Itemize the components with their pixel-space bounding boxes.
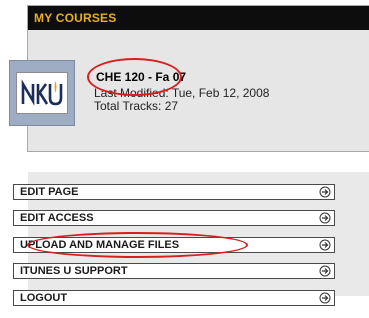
upload-and-manage-files-label: UPLOAD AND MANAGE FILES <box>20 239 180 251</box>
edit-access-button[interactable]: EDIT ACCESS <box>13 210 335 226</box>
course-last-modified: Last Modified: Tue, Feb 12, 2008 <box>94 86 270 100</box>
circle-arrow-right-icon <box>319 239 331 251</box>
course-total-tracks: Total Tracks: 27 <box>94 99 179 113</box>
my-courses-panel: MY COURSES <box>27 5 369 152</box>
my-courses-title: MY COURSES <box>34 11 117 25</box>
itunes-u-support-label: ITUNES U SUPPORT <box>20 265 128 277</box>
course-title[interactable]: CHE 120 - Fa 07 <box>96 70 186 84</box>
circle-arrow-right-icon <box>319 265 331 277</box>
upload-and-manage-files-button[interactable]: UPLOAD AND MANAGE FILES <box>13 237 335 253</box>
course-logo[interactable] <box>9 60 75 126</box>
edit-access-label: EDIT ACCESS <box>20 212 94 224</box>
logout-button[interactable]: LOGOUT <box>13 290 335 306</box>
circle-arrow-right-icon <box>319 292 331 304</box>
nku-logo-icon <box>16 72 68 114</box>
circle-arrow-right-icon <box>319 186 331 198</box>
edit-page-label: EDIT PAGE <box>20 186 79 198</box>
logout-label: LOGOUT <box>20 292 68 304</box>
itunes-u-support-button[interactable]: ITUNES U SUPPORT <box>13 263 335 279</box>
my-courses-header: MY COURSES <box>28 6 369 30</box>
circle-arrow-right-icon <box>319 212 331 224</box>
edit-page-button[interactable]: EDIT PAGE <box>13 184 335 200</box>
